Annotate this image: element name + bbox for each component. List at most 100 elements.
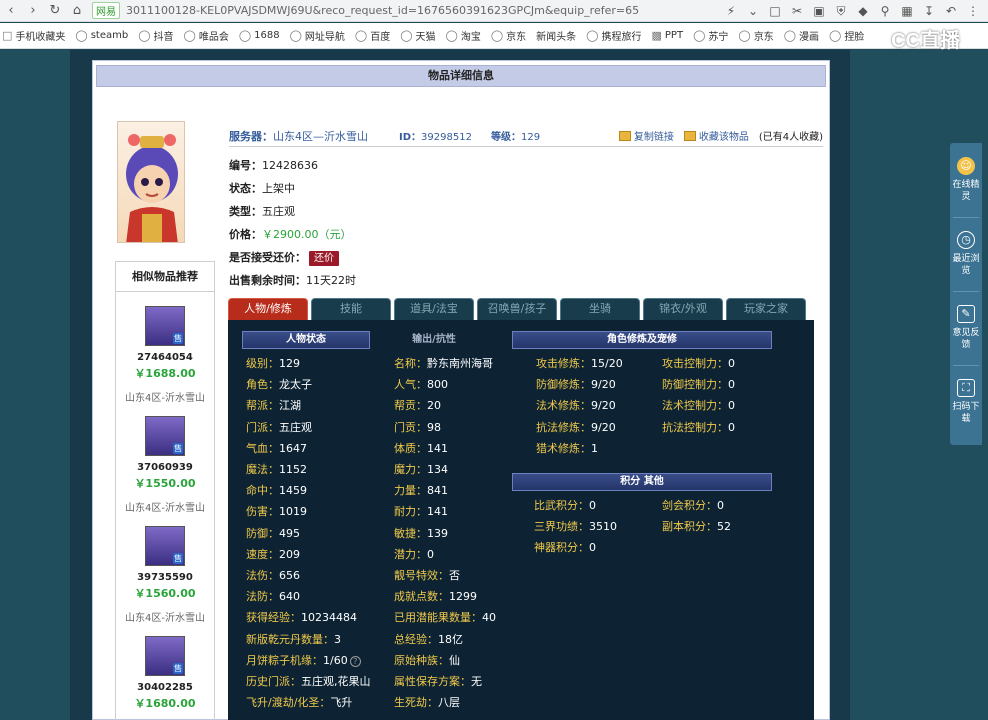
control-row: 法术控制力：0 xyxy=(662,399,735,413)
bookmark-item[interactable]: ◯ 1688 xyxy=(239,29,280,42)
bookmark-item[interactable]: ◯ 天猫 xyxy=(400,28,435,43)
bookmark-item[interactable]: ◯ 网址导航 xyxy=(290,28,345,43)
bookmark-item[interactable]: ◯ steamb xyxy=(75,29,128,42)
item-thumbnail[interactable]: 售 xyxy=(145,306,185,346)
lightning-icon[interactable]: ⚡ xyxy=(720,0,742,22)
status-header[interactable]: 人物状态 xyxy=(242,331,370,349)
points-row: 神器积分：0 xyxy=(534,541,596,555)
haggle-button[interactable]: 还价 xyxy=(309,251,339,266)
tab-outfits[interactable]: 锦衣/外观 xyxy=(643,298,723,320)
globe-icon: ◯ xyxy=(138,29,151,42)
bookmark-item[interactable]: ◯ 淘宝 xyxy=(446,28,481,43)
stat-row: 人气：800 xyxy=(394,378,448,392)
favorite-count: (已有4人收藏) xyxy=(758,132,823,143)
bookmark-item[interactable]: ◯ 漫画 xyxy=(784,28,819,43)
server-info-row: 服务器：山东4区—沂水雪山 ID：39298512 等级：129 复制链接 收藏… xyxy=(229,125,823,147)
points-row: 剑会积分：0 xyxy=(662,499,724,512)
stat-row: 法防：640 xyxy=(246,590,300,604)
search-icon[interactable]: ⚲ xyxy=(874,0,896,22)
screenshot-icon[interactable]: □ xyxy=(764,0,786,22)
undo-icon[interactable]: ↶ xyxy=(940,0,962,22)
tab-items[interactable]: 道具/法宝 xyxy=(394,298,474,320)
address-bar[interactable]: 网易 3011100128-KEL0PVAJSDMWJ69U&reco_requ… xyxy=(92,2,732,20)
globe-icon: ◯ xyxy=(586,29,599,42)
stat-row: 新版乾元丹数量：3 xyxy=(246,632,341,646)
tab-pets[interactable]: 召唤兽/孩子 xyxy=(477,298,557,320)
url-text[interactable]: 3011100128-KEL0PVAJSDMWJ69U&reco_request… xyxy=(126,4,639,17)
control-row: 抗法控制力：0 xyxy=(662,420,735,434)
recent-views-button[interactable]: ◷ 最近浏览 xyxy=(950,231,982,277)
extension-icon[interactable]: ▣ xyxy=(808,0,830,22)
stat-row: 总经验：18亿 xyxy=(394,632,463,646)
tab-mounts[interactable]: 坐骑 xyxy=(560,298,640,320)
id-field: ID：39298512 xyxy=(399,132,472,143)
feedback-button[interactable]: ✎ 意见反馈 xyxy=(950,305,982,351)
stat-row: 生死劫：八层 xyxy=(394,696,460,710)
stat-row: 飞升/渡劫/化圣：飞升 xyxy=(246,696,353,710)
serial-field: 编号：12428636 xyxy=(229,159,318,172)
similar-items-box: 相似物品推荐 售 27464054 ￥1688.00 山东4区-沂水雪山 售 3… xyxy=(115,261,215,720)
stat-row: 门派：五庄观 xyxy=(246,420,312,434)
stat-row: 体质：141 xyxy=(394,441,448,455)
bookmark-item[interactable]: ◯ 百度 xyxy=(355,28,390,43)
cultivation-row: 法术修炼：9/20 xyxy=(536,399,616,413)
stat-row: 历史门派：五庄观,花果山 xyxy=(246,675,371,688)
points-row: 副本积分：52 xyxy=(662,520,731,534)
home-icon[interactable]: ⌂ xyxy=(66,0,88,22)
bookmark-item[interactable]: ◯ 京东 xyxy=(491,28,526,43)
similar-item[interactable]: 售 37060939 ￥1550.00 山东4区-沂水雪山 xyxy=(116,416,214,514)
bookmark-item[interactable]: 新闻头条 xyxy=(536,28,576,43)
page-title: 物品详细信息 xyxy=(96,65,826,87)
tab-home[interactable]: 玩家之家 xyxy=(726,298,806,320)
menu-icon[interactable]: ⋮ xyxy=(962,0,984,22)
bookmark-item[interactable]: ◯ 唯品会 xyxy=(184,28,229,43)
bookmark-item[interactable]: ◯ 京东 xyxy=(738,28,773,43)
bookmark-item[interactable]: ◯ 携程旅行 xyxy=(586,28,641,43)
refresh-icon[interactable]: ↻ xyxy=(44,0,66,22)
copy-link-button[interactable]: 复制链接 xyxy=(618,128,674,143)
points-row: 三界功绩：3510 xyxy=(534,520,617,534)
bookmark-item[interactable]: ◯ 捏脸 xyxy=(829,28,864,43)
scan-download-button[interactable]: ⛶ 扫码下载 xyxy=(950,379,982,425)
output-header[interactable]: 输出/抗性 xyxy=(374,331,494,349)
item-thumbnail[interactable]: 售 xyxy=(145,636,185,676)
globe-icon: ◯ xyxy=(693,29,706,42)
similar-item[interactable]: 售 30402285 ￥1680.00 xyxy=(116,636,214,711)
item-thumbnail[interactable]: 售 xyxy=(145,526,185,566)
price-field: 价格：￥2900.00（元） xyxy=(229,228,352,241)
favorite-button[interactable]: 收藏该物品 xyxy=(683,128,749,143)
tab-character[interactable]: 人物/修炼 xyxy=(228,298,308,320)
dropdown-icon[interactable]: ⌄ xyxy=(742,0,764,22)
tab-skills[interactable]: 技能 xyxy=(311,298,391,320)
similar-item[interactable]: 售 39735590 ￥1560.00 山东4区-沂水雪山 xyxy=(116,526,214,624)
forward-icon[interactable]: › xyxy=(22,0,44,22)
haggle-field: 是否接受还价： 还价 xyxy=(229,249,339,266)
bookmark-item[interactable]: ◯ 抖音 xyxy=(138,28,173,43)
apps-icon[interactable]: ▦ xyxy=(896,0,918,22)
folder-icon xyxy=(683,130,696,141)
bookmark-item[interactable]: ▩ PPT xyxy=(651,29,683,42)
side-float-bar: ☺ 在线精灵 ◷ 最近浏览 ✎ 意见反馈 ⛶ 扫码下载 xyxy=(950,143,982,445)
cultivation-row: 抗法修炼：9/20 xyxy=(536,420,616,434)
clock-icon: ◷ xyxy=(957,231,975,249)
bookmark-item[interactable]: □ 手机收藏夹 xyxy=(2,28,65,43)
browser-toolbar: ‹ › ↻ ⌂ 网易 3011100128-KEL0PVAJSDMWJ69U&r… xyxy=(0,0,988,22)
item-thumbnail[interactable]: 售 xyxy=(145,416,185,456)
globe-icon: ◯ xyxy=(400,29,413,42)
character-avatar xyxy=(117,121,185,243)
help-icon[interactable]: ? xyxy=(349,655,361,667)
online-helper-button[interactable]: ☺ 在线精灵 xyxy=(950,157,982,203)
folder-icon: □ xyxy=(2,29,13,42)
shield-icon[interactable]: ⛨ xyxy=(830,0,852,22)
detail-tabs: 人物/修炼 技能 道具/法宝 召唤兽/孩子 坐骑 锦衣/外观 玩家之家 xyxy=(228,298,818,320)
game-icon[interactable]: ◆ xyxy=(852,0,874,22)
download-icon[interactable]: ↧ xyxy=(918,0,940,22)
stat-row: 伤害：1019 xyxy=(246,505,307,519)
back-icon[interactable]: ‹ xyxy=(0,0,22,22)
stat-row: 已用潜能果数量：40 xyxy=(394,611,496,625)
similar-item[interactable]: 售 27464054 ￥1688.00 山东4区-沂水雪山 xyxy=(116,306,214,404)
scissors-icon[interactable]: ✂ xyxy=(786,0,808,22)
bookmark-item[interactable]: ◯ 苏宁 xyxy=(693,28,728,43)
stat-row: 原始种族：仙 xyxy=(394,653,460,667)
stat-row: 潜力：0 xyxy=(394,547,434,561)
